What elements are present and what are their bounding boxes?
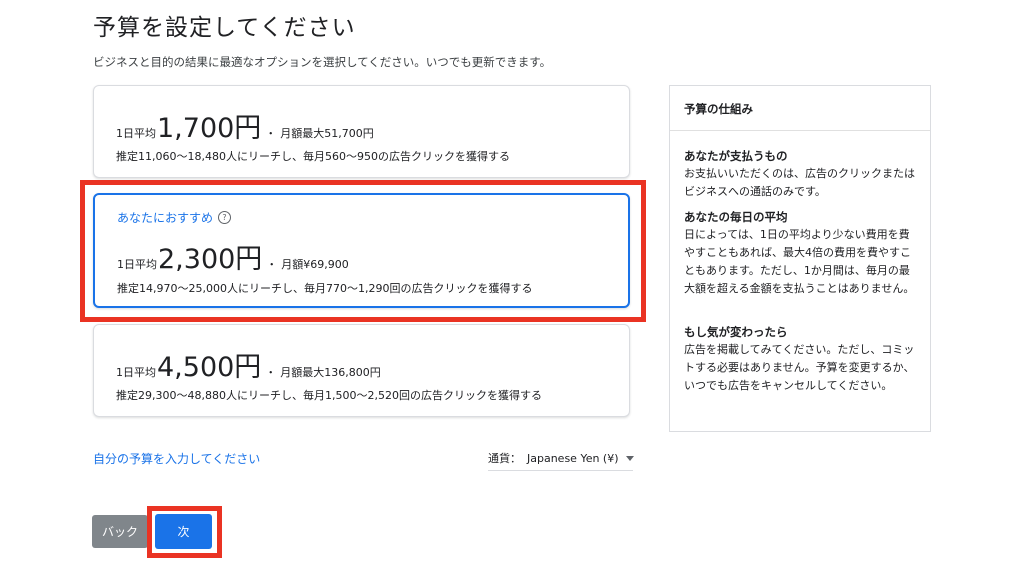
info-section-change-mind: もし気が変わったら 広告を掲載してみてください。ただし、コミットする必要はありま… (684, 324, 920, 395)
next-button[interactable]: 次 (155, 514, 212, 549)
dropdown-arrow-icon (625, 455, 634, 461)
budget-option-4500[interactable]: 1日平均 4,500円 ・ 月額最大136,800円 推定29,300〜48,8… (93, 324, 630, 417)
page-subtitle: ビジネスと目的の結果に最適なオプションを選択してください。いつでも更新できます。 (93, 55, 552, 69)
info-section-daily-average: あなたの毎日の平均 日によっては、1日の平均より少ない費用を費やすこともあれば、… (684, 209, 920, 298)
recommended-row: あなたにおすすめ ? (117, 209, 232, 226)
currency-label: 通貨： (488, 452, 521, 465)
currency-select[interactable]: 通貨： Japanese Yen (¥) (488, 446, 634, 471)
info-section-body: 日によっては、1日の平均より少ない費用を費やすこともあれば、最大4倍の費用を費や… (684, 228, 915, 295)
reach-estimate: 推定29,300〜48,880人にリーチし、毎月1,500〜2,520回の広告ク… (116, 389, 542, 402)
price-row: 1日平均 1,700円 ・ 月額最大51,700円 (116, 106, 374, 145)
budget-info-panel: 予算の仕組み あなたが支払うもの お支払いいただくのは、広告のクリックまたはビジ… (669, 85, 931, 432)
info-section-body: 広告を掲載してみてください。ただし、コミットする必要はありません。予算を変更する… (684, 343, 915, 392)
price-prefix: 1日平均 (117, 258, 157, 271)
currency-value: Japanese Yen (¥) (527, 451, 619, 465)
reach-estimate: 推定14,970〜25,000人にリーチし、毎月770〜1,290回の広告クリッ… (117, 282, 533, 295)
info-section-what-you-pay: あなたが支払うもの お支払いいただくのは、広告のクリックまたはビジネスへの通話の… (684, 148, 920, 201)
price-separator: ・ (265, 127, 277, 140)
custom-budget-link[interactable]: 自分の予算を入力してください (93, 450, 260, 467)
price-row: 1日平均 2,300円 ・ 月額¥69,900 (117, 237, 349, 276)
recommended-label: あなたにおすすめ (117, 211, 214, 225)
budget-option-2300[interactable]: あなたにおすすめ ? 1日平均 2,300円 ・ 月額¥69,900 推定14,… (93, 193, 630, 308)
budget-option-1700[interactable]: 1日平均 1,700円 ・ 月額最大51,700円 推定11,060〜18,48… (93, 85, 630, 178)
price-prefix: 1日平均 (116, 366, 156, 379)
price-prefix: 1日平均 (116, 127, 156, 140)
info-panel-title: 予算の仕組み (684, 102, 753, 116)
price-amount: 2,300円 (158, 244, 263, 275)
info-divider (670, 130, 930, 131)
monthly-max: 月額最大136,800円 (280, 366, 381, 379)
price-separator: ・ (265, 366, 277, 379)
price-amount: 1,700円 (157, 113, 262, 144)
price-row: 1日平均 4,500円 ・ 月額最大136,800円 (116, 345, 381, 384)
page-title: 予算を設定してください (93, 15, 356, 41)
help-icon[interactable]: ? (218, 211, 232, 224)
monthly-amount: 月額¥69,900 (281, 258, 349, 271)
monthly-max: 月額最大51,700円 (280, 127, 374, 140)
info-section-heading: あなたが支払うもの (684, 149, 788, 163)
info-section-heading: あなたの毎日の平均 (684, 210, 788, 224)
price-amount: 4,500円 (157, 352, 262, 383)
info-section-body: お支払いいただくのは、広告のクリックまたはビジネスへの通話のみです。 (684, 167, 915, 198)
reach-estimate: 推定11,060〜18,480人にリーチし、毎月560〜950の広告クリックを獲… (116, 150, 510, 163)
price-separator: ・ (266, 258, 278, 271)
back-button[interactable]: バック (92, 515, 148, 548)
info-section-heading: もし気が変わったら (684, 325, 788, 339)
